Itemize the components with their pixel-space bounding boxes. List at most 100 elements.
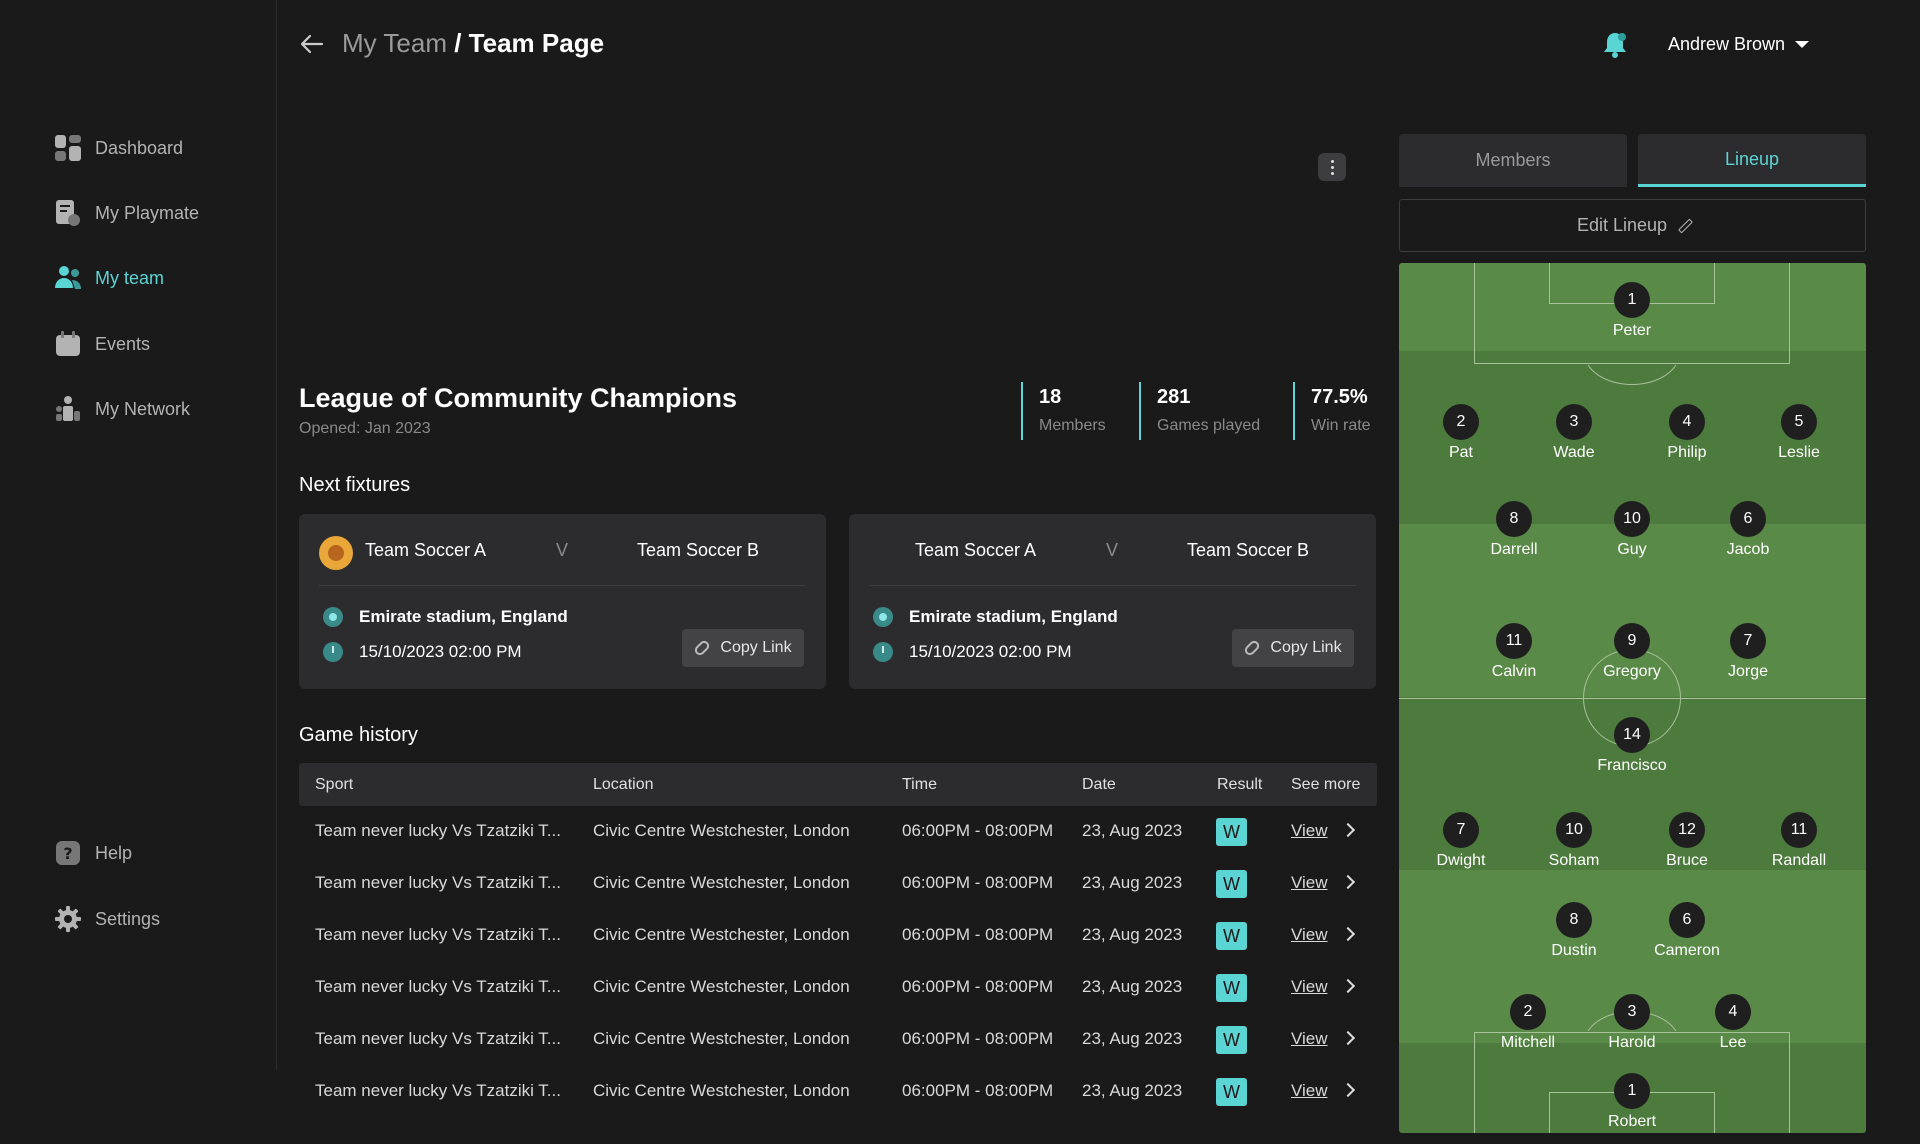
chevron-right-icon[interactable] [1340, 1082, 1356, 1098]
player-marker[interactable]: 8 Dustin [1514, 902, 1634, 960]
result-badge: W [1216, 922, 1247, 950]
cell-location: Civic Centre Westchester, London [593, 1081, 850, 1100]
network-icon [54, 395, 82, 423]
stat-games-played: 281 Games played [1139, 382, 1260, 440]
player-number: 7 [1730, 623, 1766, 659]
player-marker[interactable]: 10 Soham [1514, 812, 1634, 870]
player-number: 8 [1556, 902, 1592, 938]
player-marker[interactable]: 12 Bruce [1627, 812, 1747, 870]
player-number: 5 [1781, 404, 1817, 440]
nav-my-team[interactable]: My team [54, 263, 164, 293]
view-link[interactable]: View [1291, 873, 1328, 893]
player-marker[interactable]: 7 Jorge [1688, 623, 1808, 681]
nav-settings[interactable]: Settings [54, 904, 160, 934]
player-marker[interactable]: 11 Randall [1739, 812, 1859, 870]
nav-events[interactable]: Events [54, 329, 150, 359]
player-marker[interactable]: 3 Wade [1514, 404, 1634, 462]
fixture-datetime: 15/10/2023 02:00 PM [873, 642, 1072, 662]
view-link[interactable]: View [1291, 821, 1328, 841]
chevron-right-icon[interactable] [1340, 1030, 1356, 1046]
cell-sport: Team never lucky Vs Tzatziki T... [315, 821, 561, 840]
player-name: Wade [1553, 444, 1595, 461]
tab-members[interactable]: Members [1399, 134, 1627, 187]
svg-text:?: ? [63, 844, 72, 863]
clock-icon [323, 642, 343, 662]
player-number: 12 [1669, 812, 1705, 848]
col-sport: Sport [315, 776, 354, 793]
cell-sport: Team never lucky Vs Tzatziki T... [315, 1029, 561, 1048]
link-icon [1243, 638, 1262, 658]
view-link[interactable]: View [1291, 925, 1328, 945]
chevron-right-icon[interactable] [1340, 926, 1356, 942]
edit-lineup-label: Edit Lineup [1576, 215, 1668, 235]
notification-bell-icon[interactable] [1601, 30, 1629, 60]
result-badge: W [1216, 1026, 1247, 1054]
more-options-icon[interactable] [1318, 153, 1346, 181]
chevron-right-icon[interactable] [1340, 822, 1356, 838]
player-marker[interactable]: 8 Darrell [1454, 501, 1574, 559]
player-marker[interactable]: 11 Calvin [1454, 623, 1574, 681]
result-badge: W [1216, 1078, 1247, 1106]
back-arrow-icon[interactable] [298, 30, 326, 58]
player-marker[interactable]: 4 Philip [1627, 404, 1747, 462]
table-row: Team never lucky Vs Tzatziki T... Civic C… [299, 910, 1377, 962]
player-marker[interactable]: 6 Cameron [1627, 902, 1747, 960]
view-link[interactable]: View [1291, 977, 1328, 997]
nav-help[interactable]: ? Help [54, 838, 132, 868]
player-number: 6 [1730, 501, 1766, 537]
game-history-title: Game history [299, 724, 418, 746]
chevron-down-icon [1795, 41, 1810, 48]
playmate-icon [54, 199, 82, 227]
chevron-right-icon[interactable] [1340, 978, 1356, 994]
tab-lineup[interactable]: Lineup [1638, 134, 1866, 187]
user-name: Andrew Brown [1668, 34, 1786, 54]
player-marker[interactable]: 10 Guy [1572, 501, 1692, 559]
player-marker[interactable]: 9 Gregory [1572, 623, 1692, 681]
nav-my-team-label: My team [95, 267, 165, 288]
player-marker[interactable]: 2 Mitchell [1468, 994, 1588, 1052]
breadcrumb-parent[interactable]: My Team [342, 28, 447, 58]
user-menu[interactable]: Andrew Brown [1668, 34, 1810, 55]
copy-link-button[interactable]: Copy Link [1232, 629, 1354, 667]
sidebar: Dashboard My Playmate My team Events My … [0, 0, 277, 1070]
edit-lineup-button[interactable]: Edit Lineup [1399, 199, 1866, 252]
view-link[interactable]: View [1291, 1029, 1328, 1049]
stat-members-value: 18 [1039, 386, 1062, 408]
player-name: Jacob [1726, 541, 1770, 558]
table-row: Team never lucky Vs Tzatziki T... Civic C… [299, 1066, 1377, 1118]
fixture-team-a: Team Soccer A [915, 540, 1037, 560]
fixture-location-text: Emirate stadium, England [359, 607, 568, 626]
nav-my-network[interactable]: My Network [54, 394, 190, 424]
player-name: Randall [1771, 852, 1827, 869]
copy-link-button[interactable]: Copy Link [682, 629, 804, 667]
pencil-icon [1678, 218, 1693, 233]
player-number: 11 [1781, 812, 1817, 848]
stat-games-value: 281 [1157, 386, 1191, 408]
player-marker[interactable]: 14 Francisco [1572, 717, 1692, 775]
stat-win-rate-label: Win rate [1311, 417, 1371, 434]
col-result: Result [1217, 776, 1263, 793]
player-marker[interactable]: 6 Jacob [1688, 501, 1808, 559]
player-name: Philip [1667, 444, 1707, 461]
player-marker[interactable]: 1 Robert [1572, 1073, 1692, 1131]
player-name: Pat [1448, 444, 1473, 461]
col-see-more: See more [1291, 776, 1361, 793]
link-icon [693, 638, 712, 658]
player-number: 11 [1496, 623, 1532, 659]
col-location: Location [593, 776, 654, 793]
nav-my-playmate[interactable]: My Playmate [54, 198, 199, 228]
player-marker[interactable]: 4 Lee [1673, 994, 1793, 1052]
player-number: 8 [1496, 501, 1532, 537]
next-fixtures-title: Next fixtures [299, 474, 411, 496]
table-row: Team never lucky Vs Tzatziki T... Civic C… [299, 1014, 1377, 1066]
nav-settings-label: Settings [95, 908, 161, 929]
player-marker[interactable]: 2 Pat [1401, 404, 1521, 462]
player-marker[interactable]: 5 Leslie [1739, 404, 1859, 462]
nav-dashboard-label: Dashboard [95, 137, 184, 158]
player-marker[interactable]: 1 Peter [1572, 282, 1692, 340]
player-marker[interactable]: 7 Dwight [1401, 812, 1521, 870]
nav-dashboard[interactable]: Dashboard [54, 133, 183, 163]
chevron-right-icon[interactable] [1340, 874, 1356, 890]
view-link[interactable]: View [1291, 1081, 1328, 1101]
copy-link-label: Copy Link [720, 639, 792, 656]
